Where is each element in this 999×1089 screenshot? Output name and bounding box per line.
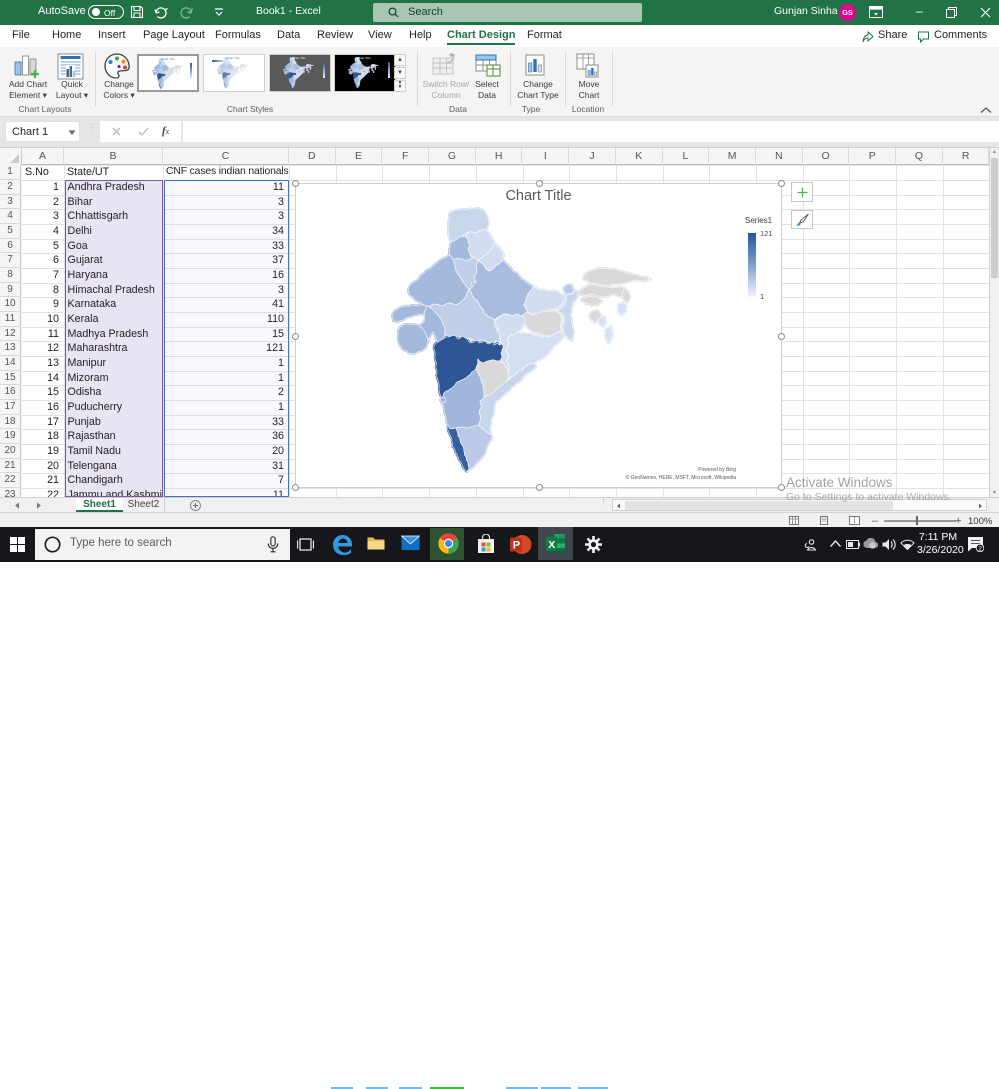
svg-text:2: 2 [978,546,982,552]
svg-text:X: X [548,539,555,551]
svg-text:P: P [513,540,520,552]
